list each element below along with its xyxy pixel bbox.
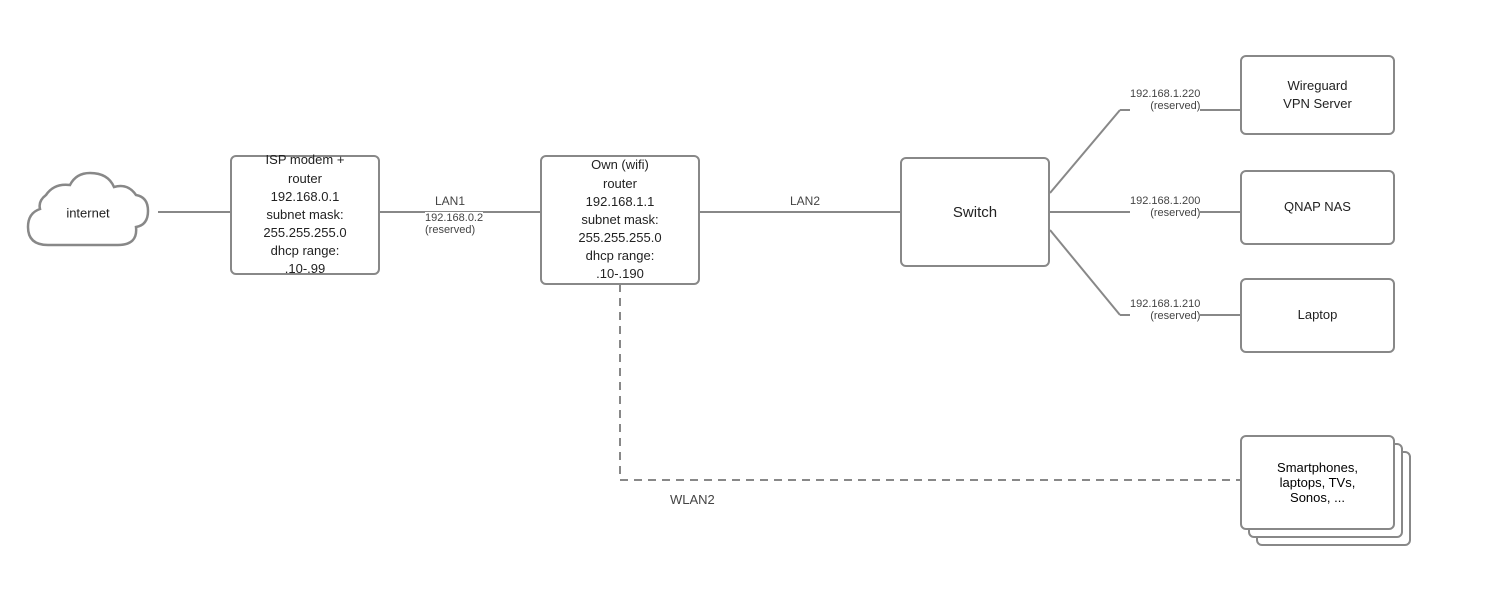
own-router-subnet: subnet mask: 255.255.255.0 bbox=[578, 211, 661, 247]
lan1-ip-label: 192.168.0.2 (reserved) bbox=[425, 212, 483, 236]
qnap-content: QNAP NAS bbox=[1274, 190, 1361, 224]
isp-modem-subnet: subnet mask: 255.255.255.0 bbox=[263, 206, 346, 242]
wireguard-ip-label: 192.168.1.220 (reserved) bbox=[1130, 88, 1200, 112]
isp-modem-ip: 192.168.0.1 bbox=[263, 188, 346, 206]
internet-label: internet bbox=[18, 205, 158, 220]
internet-node: internet bbox=[18, 155, 158, 270]
qnap-node: QNAP NAS bbox=[1240, 170, 1395, 245]
smartphones-card-front: Smartphones, laptops, TVs, Sonos, ... bbox=[1240, 435, 1395, 530]
isp-modem-content: ISP modem + router 192.168.0.1 subnet ma… bbox=[253, 143, 356, 286]
isp-modem-dhcp: dhcp range: .10-.99 bbox=[263, 242, 346, 278]
qnap-label: QNAP NAS bbox=[1284, 198, 1351, 216]
wlan2-label: WLAN2 bbox=[670, 492, 715, 507]
own-router-title: Own (wifi) router bbox=[578, 156, 661, 192]
own-router-node: Own (wifi) router 192.168.1.1 subnet mas… bbox=[540, 155, 700, 285]
laptop-node: Laptop bbox=[1240, 278, 1395, 353]
isp-modem-title: ISP modem + router bbox=[263, 151, 346, 187]
network-diagram: internet ISP modem + router 192.168.0.1 … bbox=[0, 0, 1504, 612]
switch-node: Switch bbox=[900, 157, 1050, 267]
laptop-label: Laptop bbox=[1298, 306, 1338, 324]
qnap-ip-label: 192.168.1.200 (reserved) bbox=[1130, 195, 1200, 219]
isp-modem-node: ISP modem + router 192.168.0.1 subnet ma… bbox=[230, 155, 380, 275]
lan2-label: LAN2 bbox=[790, 194, 820, 208]
wireguard-node: Wireguard VPN Server bbox=[1240, 55, 1395, 135]
laptop-ip-label: 192.168.1.210 (reserved) bbox=[1130, 298, 1200, 322]
own-router-dhcp: dhcp range: .10-.190 bbox=[578, 247, 661, 283]
wireguard-label: Wireguard VPN Server bbox=[1283, 77, 1352, 113]
own-router-content: Own (wifi) router 192.168.1.1 subnet mas… bbox=[568, 148, 671, 291]
lan1-label: LAN1 bbox=[435, 194, 465, 208]
own-router-ip: 192.168.1.1 bbox=[578, 193, 661, 211]
wireguard-content: Wireguard VPN Server bbox=[1273, 69, 1362, 121]
smartphones-label: Smartphones, laptops, TVs, Sonos, ... bbox=[1277, 460, 1358, 505]
smartphones-node: Smartphones, laptops, TVs, Sonos, ... bbox=[1240, 435, 1411, 546]
switch-label: Switch bbox=[953, 202, 997, 223]
laptop-content: Laptop bbox=[1288, 298, 1348, 332]
switch-content: Switch bbox=[943, 194, 1007, 231]
